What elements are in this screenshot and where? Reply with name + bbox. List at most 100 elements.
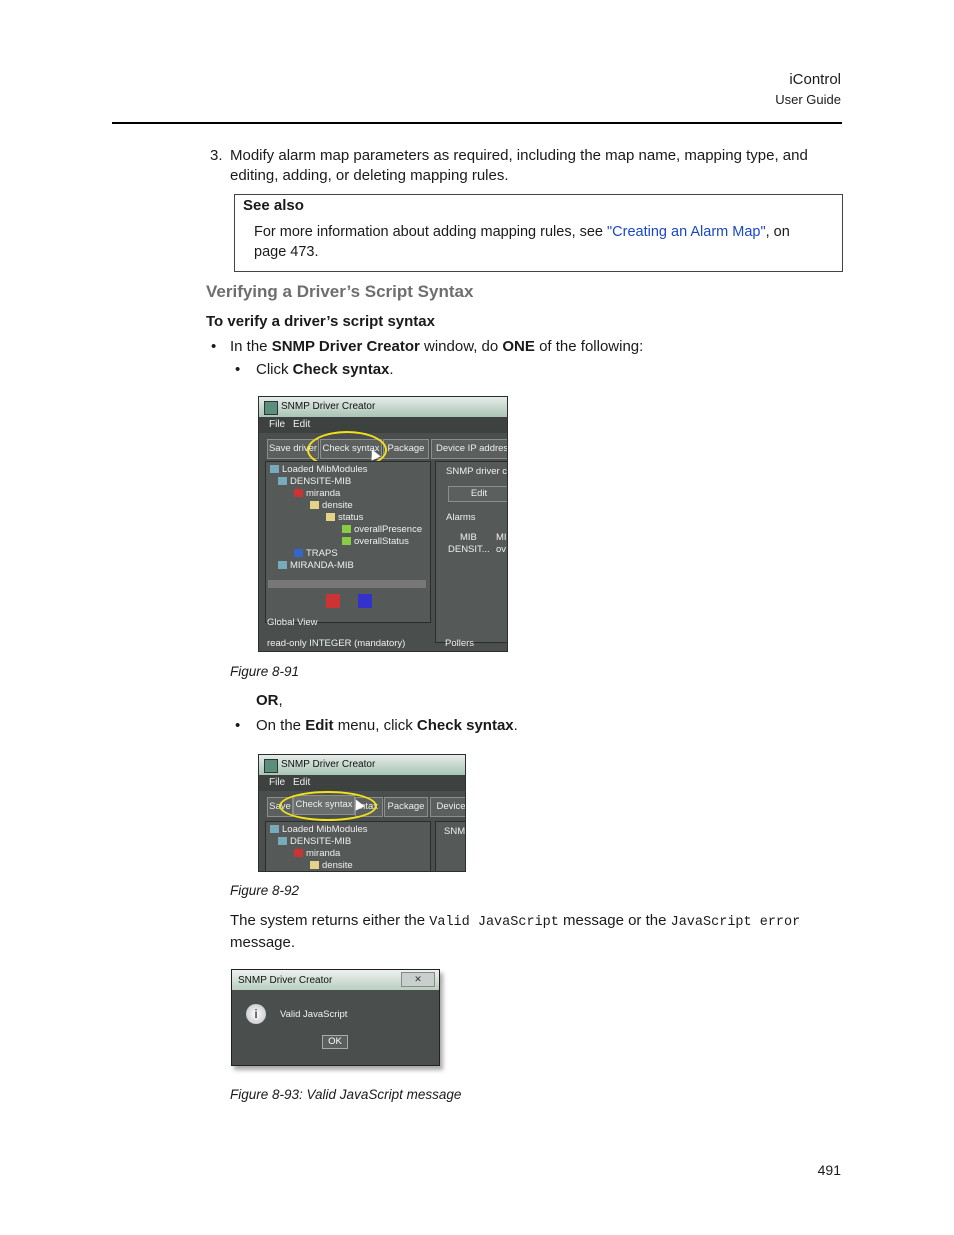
valid-javascript-dialog: SNMP Driver Creator ✕ i Valid JavaScript…: [231, 969, 440, 1066]
title-bar: SNMP Driver Creator: [259, 397, 507, 417]
node-icon: [294, 849, 303, 857]
menu-file[interactable]: File: [269, 777, 285, 788]
or-comma: ,: [278, 692, 283, 709]
menu-edit[interactable]: Edit: [293, 777, 310, 788]
tree-overall-presence[interactable]: overallPresence: [342, 524, 422, 535]
creating-alarm-map-link[interactable]: "Creating an Alarm Map": [607, 224, 766, 240]
traps-icon: [294, 549, 303, 557]
b3-text-b: menu, click: [333, 717, 417, 734]
horizontal-scrollbar[interactable]: [268, 580, 426, 588]
tree-miranda-mib[interactable]: MIRANDA-MIB: [278, 560, 354, 571]
alarms-label: Alarms: [446, 512, 476, 523]
figure-91-screenshot: SNMP Driver Creator File Edit Save drive…: [258, 396, 508, 652]
figure-92-caption: Figure 8-92: [230, 883, 300, 898]
procedure-heading: To verify a driver’s script syntax: [206, 313, 435, 330]
b2-text-b: .: [389, 361, 394, 378]
bullet-edit-menu: On the Edit menu, click Check syntax.: [256, 717, 518, 734]
b1-text-a: In the: [230, 338, 272, 355]
b3-bold-edit: Edit: [305, 717, 334, 734]
device-ip-field[interactable]: Device IP address: [431, 439, 507, 459]
ok-button[interactable]: OK: [322, 1035, 348, 1049]
close-icon[interactable]: ✕: [401, 972, 435, 987]
tree-label: Loaded MibModules: [282, 824, 368, 835]
b3-text-c: .: [513, 717, 518, 734]
section-heading: Verifying a Driver’s Script Syntax: [206, 282, 474, 301]
header-rule: [112, 122, 842, 124]
node-blue-icon: [358, 594, 372, 608]
module-icon: [278, 837, 287, 845]
returns-text-c: message.: [230, 934, 296, 951]
menu-file[interactable]: File: [269, 419, 285, 430]
page-number: 491: [817, 1162, 841, 1178]
tree-label: densite: [322, 500, 353, 511]
tree-loaded-mibmodules[interactable]: Loaded MibModules: [270, 464, 368, 475]
mib-tree-panel: Loaded MibModules DENSITE-MIB miranda de…: [265, 461, 431, 623]
folder-icon: [270, 825, 279, 833]
returns-text-a: The system returns either the: [230, 912, 430, 929]
tree-traps[interactable]: TRAPS: [294, 548, 338, 559]
row-ov-value[interactable]: ov: [496, 544, 506, 555]
edit-button[interactable]: Edit: [448, 486, 507, 502]
bullet-click-check: Click Check syntax.: [256, 361, 394, 378]
row-mib-value[interactable]: DENSIT...: [448, 544, 490, 555]
window-title: SNMP Driver Creator: [281, 401, 376, 412]
tree-label: DENSITE-MIB: [290, 836, 352, 847]
tree-densite[interactable]: densite: [310, 500, 353, 511]
folder-icon: [326, 513, 335, 521]
or-label: OR,: [256, 692, 283, 709]
b2-text-a: Click: [256, 361, 293, 378]
right-panel: SNMP driver co Edit Alarms MIB MI DENSIT…: [435, 461, 507, 643]
see-also-title: See also: [243, 197, 304, 214]
bullet-dot: •: [211, 338, 217, 355]
see-also-box: See also For more information about addi…: [234, 194, 843, 272]
package-button[interactable]: Package: [383, 439, 429, 459]
window-title: SNMP Driver Creator: [281, 759, 376, 770]
step-number: 3.: [210, 147, 223, 164]
node-red-icon: [326, 594, 340, 608]
figure-93-caption: Figure 8-93: Valid JavaScript message: [230, 1087, 462, 1102]
leaf-icon: [342, 525, 351, 533]
app-logo-icon: [264, 401, 278, 415]
snmp-tab[interactable]: SNM: [444, 826, 465, 837]
tree-densite-mib[interactable]: DENSITE-MIB: [278, 836, 351, 847]
folder-icon: [310, 501, 319, 509]
code-valid-javascript: Valid JavaScript: [429, 915, 559, 930]
tree-miranda[interactable]: miranda: [294, 488, 340, 499]
device-field[interactable]: Device: [430, 797, 465, 817]
dialog-title: SNMP Driver Creator: [238, 975, 333, 986]
menu-edit[interactable]: Edit: [293, 419, 310, 430]
or-bold: OR: [256, 692, 279, 709]
tree-densite[interactable]: densite: [310, 860, 353, 871]
tree-label: MIRANDA-MIB: [290, 560, 354, 571]
tree-label: overallStatus: [354, 536, 409, 547]
b1-bold-one: ONE: [502, 338, 535, 355]
header-doc-title: User Guide: [775, 92, 841, 107]
tree-densite-mib[interactable]: DENSITE-MIB: [278, 476, 351, 487]
right-panel: SNM: [435, 821, 465, 871]
bullet-dot: •: [235, 361, 241, 378]
b3-bold-check: Check syntax: [416, 717, 514, 734]
tree-label: overallPresence: [354, 524, 423, 535]
returns-text-b: message or the: [558, 912, 671, 929]
snmp-driver-tab[interactable]: SNMP driver co: [446, 466, 507, 477]
tree-miranda[interactable]: miranda: [294, 848, 340, 859]
package-button[interactable]: Package: [384, 797, 428, 817]
leaf-icon: [342, 537, 351, 545]
global-view-label: Global View: [267, 617, 318, 628]
tree-overall-status[interactable]: overallStatus: [342, 536, 409, 547]
dialog-title-bar: SNMP Driver Creator ✕: [232, 970, 439, 990]
b1-bold-window: SNMP Driver Creator: [271, 338, 420, 355]
bullet-dot: •: [235, 717, 241, 734]
b2-bold: Check syntax: [292, 361, 390, 378]
pollers-label: Pollers: [445, 638, 475, 649]
menu-bar: File Edit: [259, 775, 465, 791]
tree-loaded-mibmodules[interactable]: Loaded MibModules: [270, 824, 368, 835]
folder-icon: [310, 861, 319, 869]
tree-status[interactable]: status: [326, 512, 363, 523]
step-text: Modify alarm map parameters as required,…: [230, 147, 808, 184]
status-line: read-only INTEGER (mandatory): [267, 638, 406, 649]
figure-92-screenshot: SNMP Driver Creator File Edit Save Check…: [258, 754, 466, 872]
info-icon: i: [246, 1004, 266, 1024]
title-bar: SNMP Driver Creator: [259, 755, 465, 775]
tree-label: status: [338, 512, 364, 523]
